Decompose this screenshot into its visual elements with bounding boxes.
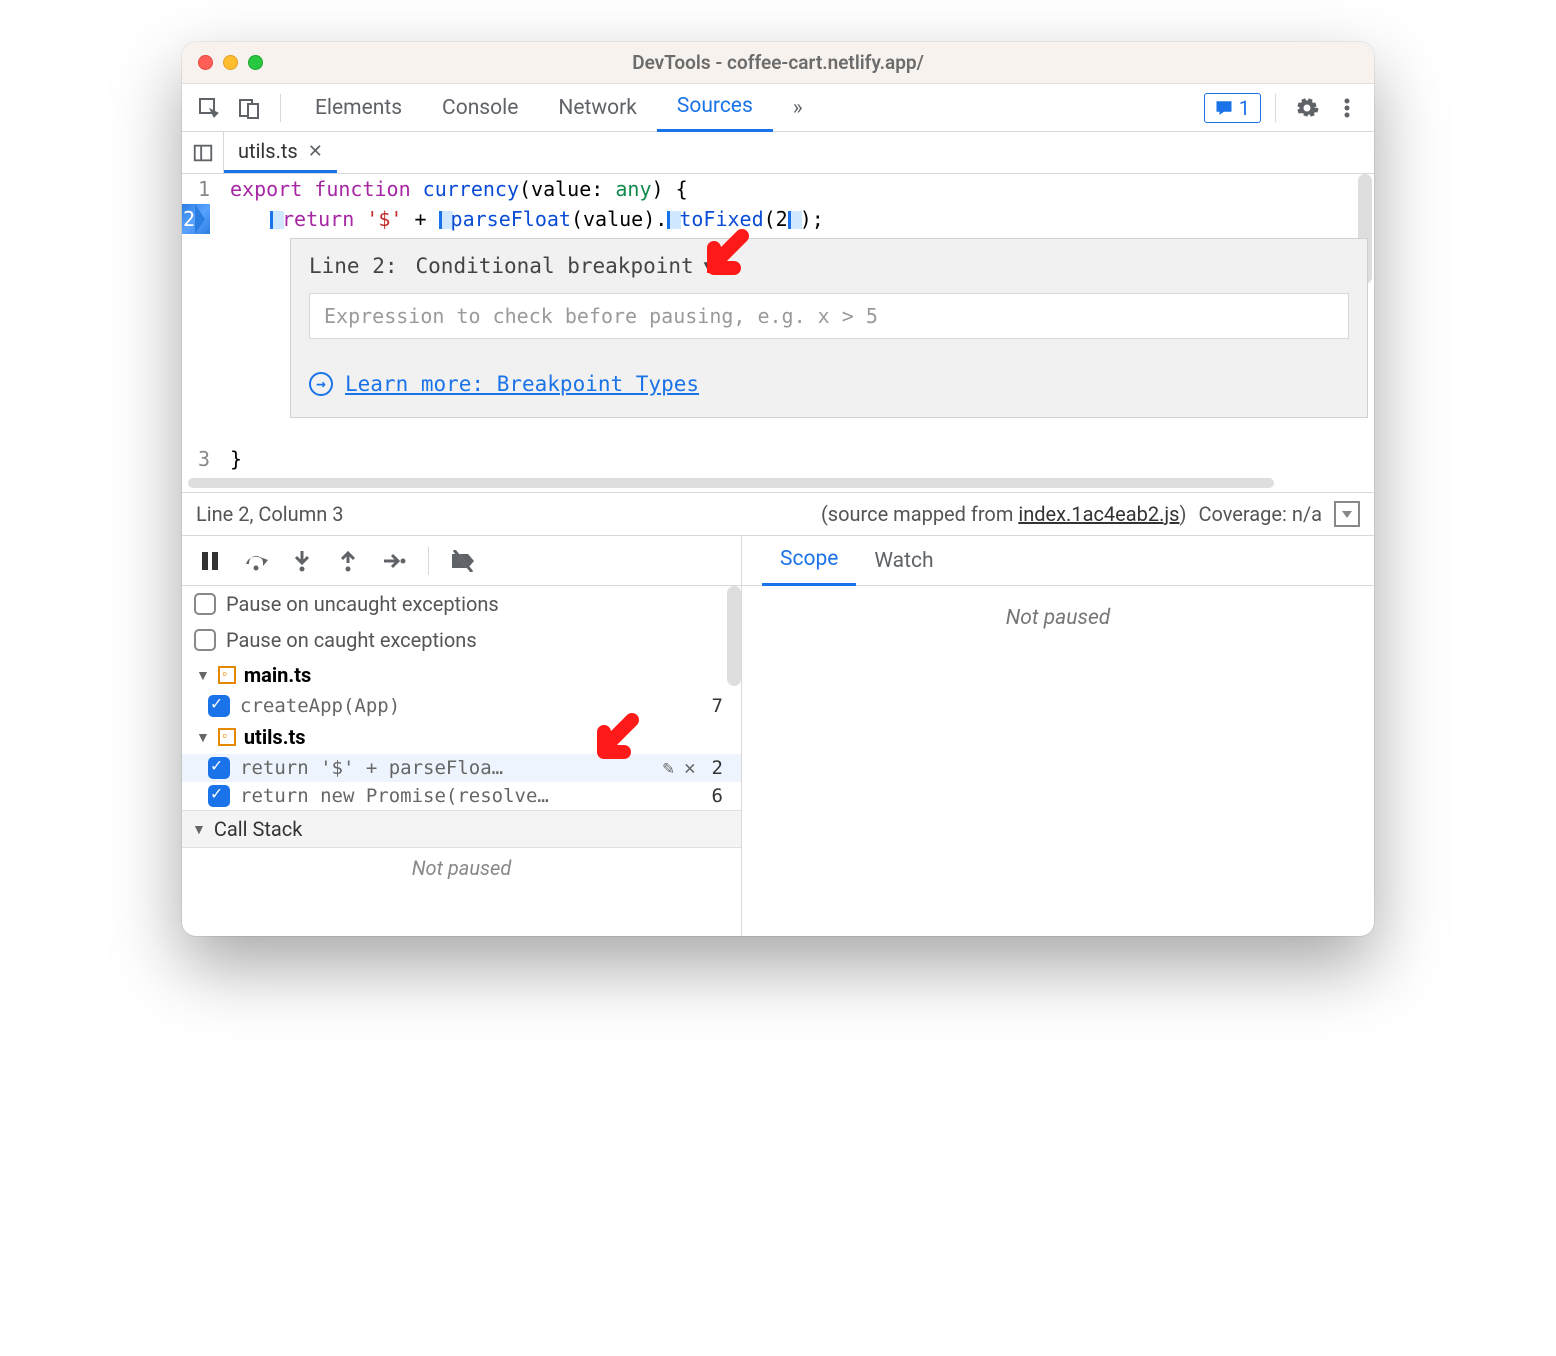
call-stack-not-paused: Not paused [182, 848, 741, 888]
breakpoints-panel: Pause on uncaught exceptions Pause on ca… [182, 586, 741, 936]
main-toolbar: Elements Console Network Sources » 1 [182, 84, 1374, 132]
source-map-link[interactable]: index.1ac4eab2.js [1018, 502, 1179, 526]
separator [1275, 94, 1276, 122]
titlebar: DevTools - coffee-cart.netlify.app/ [182, 42, 1374, 84]
file-tab-utils[interactable]: utils.ts ✕ [224, 132, 337, 173]
separator [428, 547, 429, 575]
file-icon [218, 728, 236, 746]
coverage-info: Coverage: n/a [1198, 502, 1322, 526]
tab-sources[interactable]: Sources [657, 84, 773, 132]
breakpoint-condition-input[interactable] [309, 293, 1349, 339]
step-out-icon[interactable] [328, 541, 368, 581]
line-number-1[interactable]: 1 [182, 174, 210, 204]
gear-icon[interactable] [1290, 91, 1324, 125]
debugger-lower: Pause on uncaught exceptions Pause on ca… [182, 536, 1374, 936]
source-map-info: (source mapped from index.1ac4eab2.js) [821, 502, 1187, 526]
breakpoint-row-hover[interactable]: return '$' + parseFloa… ✎ ✕ 2 [182, 754, 741, 782]
pause-caught-row[interactable]: Pause on caught exceptions [182, 622, 741, 658]
breakpoint-dialog: Line 2: Conditional breakpoint ▼ Learn m… [290, 238, 1368, 418]
code-editor[interactable]: 1 2 3 export function currency(value: an… [182, 174, 1374, 474]
tab-scope[interactable]: Scope [762, 536, 856, 586]
window-controls [198, 55, 263, 70]
close-window-icon[interactable] [198, 55, 213, 70]
minimize-window-icon[interactable] [223, 55, 238, 70]
checkbox-icon[interactable] [194, 593, 216, 615]
separator [280, 94, 281, 122]
breakpoint-type-dropdown[interactable]: Conditional breakpoint ▼ [416, 251, 713, 281]
debugger-toolbar [182, 536, 741, 586]
file-tabbar: utils.ts ✕ [182, 132, 1374, 174]
navigator-toggle-icon[interactable] [182, 132, 224, 173]
debugger-right-pane: Scope Watch Not paused [742, 536, 1374, 936]
learn-more-row: Learn more: Breakpoint Types [309, 369, 1349, 399]
file-group-main[interactable]: ▼ main.ts [182, 658, 741, 692]
line-number-2-breakpoint[interactable]: 2 [182, 204, 210, 234]
chevron-down-icon: ▼ [192, 821, 206, 838]
code-line-2: return '$' + parseFloat(value).toFixed(2… [230, 204, 1374, 234]
edit-breakpoint-icon[interactable]: ✎ [663, 757, 674, 779]
pause-uncaught-row[interactable]: Pause on uncaught exceptions [182, 586, 741, 622]
file-group-utils[interactable]: ▼ utils.ts [182, 720, 741, 754]
file-tab-label: utils.ts [238, 139, 298, 163]
debugger-left-pane: Pause on uncaught exceptions Pause on ca… [182, 536, 742, 936]
window-title: DevTools - coffee-cart.netlify.app/ [182, 51, 1374, 74]
scope-not-paused: Not paused [1006, 606, 1111, 630]
tab-network[interactable]: Network [538, 84, 657, 132]
device-toggle-icon[interactable] [232, 91, 266, 125]
close-tab-icon[interactable]: ✕ [308, 141, 323, 162]
devtools-window: DevTools - coffee-cart.netlify.app/ Elem… [182, 42, 1374, 936]
call-stack-header[interactable]: ▼ Call Stack [182, 810, 741, 848]
file-icon [218, 666, 236, 684]
chevron-down-icon: ▼ [196, 667, 210, 684]
breakpoint-row[interactable]: createApp(App) 7 [182, 692, 741, 720]
pause-icon[interactable] [190, 541, 230, 581]
expand-panel-icon[interactable] [1334, 501, 1360, 527]
chevron-down-icon: ▼ [196, 729, 210, 746]
gutter[interactable]: 1 2 3 [182, 174, 218, 474]
breakpoint-line-label: Line 2: [309, 251, 398, 281]
editor-area: 1 2 3 export function currency(value: an… [182, 174, 1374, 474]
breakpoint-dialog-header: Line 2: Conditional breakpoint ▼ [309, 251, 1349, 281]
step-icon[interactable] [374, 541, 414, 581]
more-tabs-icon[interactable]: » [773, 84, 823, 132]
step-into-icon[interactable] [282, 541, 322, 581]
chevron-down-icon: ▼ [704, 251, 712, 281]
breakpoint-row[interactable]: return new Promise(resolve… 6 [182, 782, 741, 810]
cursor-position: Line 2, Column 3 [196, 502, 343, 526]
panel-tabs: Elements Console Network Sources » [295, 84, 823, 132]
maximize-window-icon[interactable] [248, 55, 263, 70]
issues-count: 1 [1239, 96, 1250, 120]
scope-watch-tabs: Scope Watch [742, 536, 1374, 586]
checkbox-checked-icon[interactable] [208, 695, 230, 717]
deactivate-breakpoints-icon[interactable] [443, 541, 483, 581]
remove-breakpoint-icon[interactable]: ✕ [684, 757, 695, 779]
arrow-circle-icon [309, 372, 333, 396]
inspect-icon[interactable] [192, 91, 226, 125]
step-over-icon[interactable] [236, 541, 276, 581]
checkbox-icon[interactable] [194, 629, 216, 651]
line-number-3[interactable]: 3 [182, 444, 210, 474]
kebab-menu-icon[interactable] [1330, 91, 1364, 125]
scope-body: Not paused [742, 586, 1374, 936]
status-bar: Line 2, Column 3 (source mapped from ind… [182, 492, 1374, 536]
tab-console[interactable]: Console [422, 84, 538, 132]
code-line-1: export function currency(value: any) { [230, 174, 1374, 204]
checkbox-checked-icon[interactable] [208, 757, 230, 779]
checkbox-checked-icon[interactable] [208, 785, 230, 807]
editor-hscroll[interactable] [182, 474, 1374, 492]
code-line-3: } [230, 444, 1374, 474]
tab-elements[interactable]: Elements [295, 84, 422, 132]
issues-badge[interactable]: 1 [1204, 93, 1261, 123]
learn-more-link[interactable]: Learn more: Breakpoint Types [345, 369, 699, 399]
tab-watch[interactable]: Watch [856, 536, 951, 586]
code-body[interactable]: export function currency(value: any) { r… [218, 174, 1374, 474]
